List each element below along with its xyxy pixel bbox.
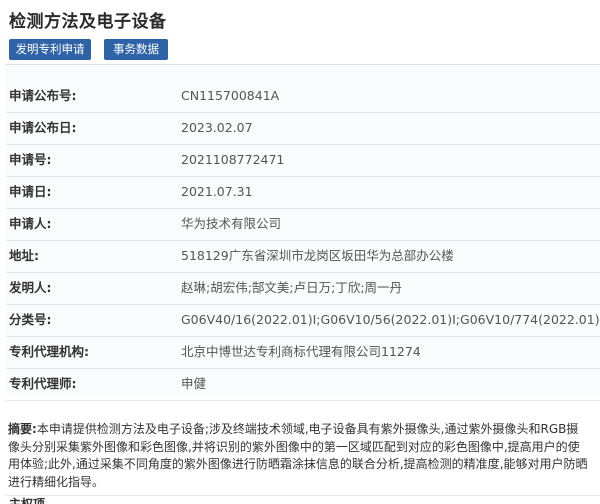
- field-label: 专利代理机构:: [9, 344, 89, 359]
- field-value: 518129广东省深圳市龙岗区坂田华为总部办公楼: [181, 248, 454, 263]
- bibliographic-info-table: 申请公布号: CN115700841A 申请公布日: 2023.02.07 申请…: [6, 64, 600, 401]
- field-row-application-number: 申请号: 2021108772471: [6, 144, 600, 177]
- field-value: 北京中博世达专利商标代理有限公司11274: [181, 344, 421, 359]
- field-row-classification: 分类号: G06V40/16(2022.01)I;G06V10/56(2022.…: [6, 304, 600, 337]
- field-value: CN115700841A: [181, 88, 280, 103]
- field-row-publication-number: 申请公布号: CN115700841A: [6, 80, 600, 113]
- field-label: 地址:: [9, 248, 39, 263]
- field-label: 申请人:: [9, 216, 52, 231]
- next-section-label: 主权项: [9, 497, 46, 504]
- field-label: 申请公布日:: [9, 120, 77, 135]
- page-title: 检测方法及电子设备: [9, 12, 167, 32]
- invention-application-button[interactable]: 发明专利申请: [9, 39, 91, 60]
- field-label: 申请公布号:: [9, 88, 77, 103]
- field-row-inventors: 发明人: 赵琳;胡宏伟;郜文美;卢日万;丁欣;周一丹: [6, 272, 600, 305]
- field-value: G06V40/16(2022.01)I;G06V10/56(2022.01)I;…: [181, 312, 600, 327]
- abstract-paragraph: 摘要:本申请提供检测方法及电子设备;涉及终端技术领域,电子设备具有紫外摄像头,通…: [8, 421, 588, 491]
- field-value: 赵琳;胡宏伟;郜文美;卢日万;丁欣;周一丹: [181, 280, 403, 295]
- field-label: 申请号:: [9, 152, 52, 167]
- patent-detail-page: 检测方法及电子设备 发明专利申请 事务数据 申请公布号: CN115700841…: [0, 0, 600, 504]
- affairs-data-button[interactable]: 事务数据: [104, 39, 168, 60]
- field-row-application-date: 申请日: 2021.07.31: [6, 176, 600, 209]
- field-value: 申健: [181, 376, 207, 391]
- field-row-address: 地址: 518129广东省深圳市龙岗区坂田华为总部办公楼: [6, 240, 600, 273]
- field-row-patent-agent: 专利代理师: 申健: [6, 368, 600, 401]
- field-label: 申请日:: [9, 184, 52, 199]
- field-label: 专利代理师:: [9, 376, 77, 391]
- field-value: 华为技术有限公司: [181, 216, 282, 231]
- field-label: 分类号:: [9, 312, 52, 327]
- field-value: 2021108772471: [181, 152, 285, 167]
- field-row-applicant: 申请人: 华为技术有限公司: [6, 208, 600, 241]
- field-label: 发明人:: [9, 280, 52, 295]
- section-divider: [6, 495, 600, 496]
- field-row-patent-agency: 专利代理机构: 北京中博世达专利商标代理有限公司11274: [6, 336, 600, 369]
- abstract-text: 本申请提供检测方法及电子设备;涉及终端技术领域,电子设备具有紫外摄像头,通过紫外…: [8, 422, 588, 489]
- abstract-label: 摘要:: [8, 422, 37, 436]
- field-value: 2023.02.07: [181, 120, 253, 135]
- field-value: 2021.07.31: [181, 184, 253, 199]
- field-row-publication-date: 申请公布日: 2023.02.07: [6, 112, 600, 145]
